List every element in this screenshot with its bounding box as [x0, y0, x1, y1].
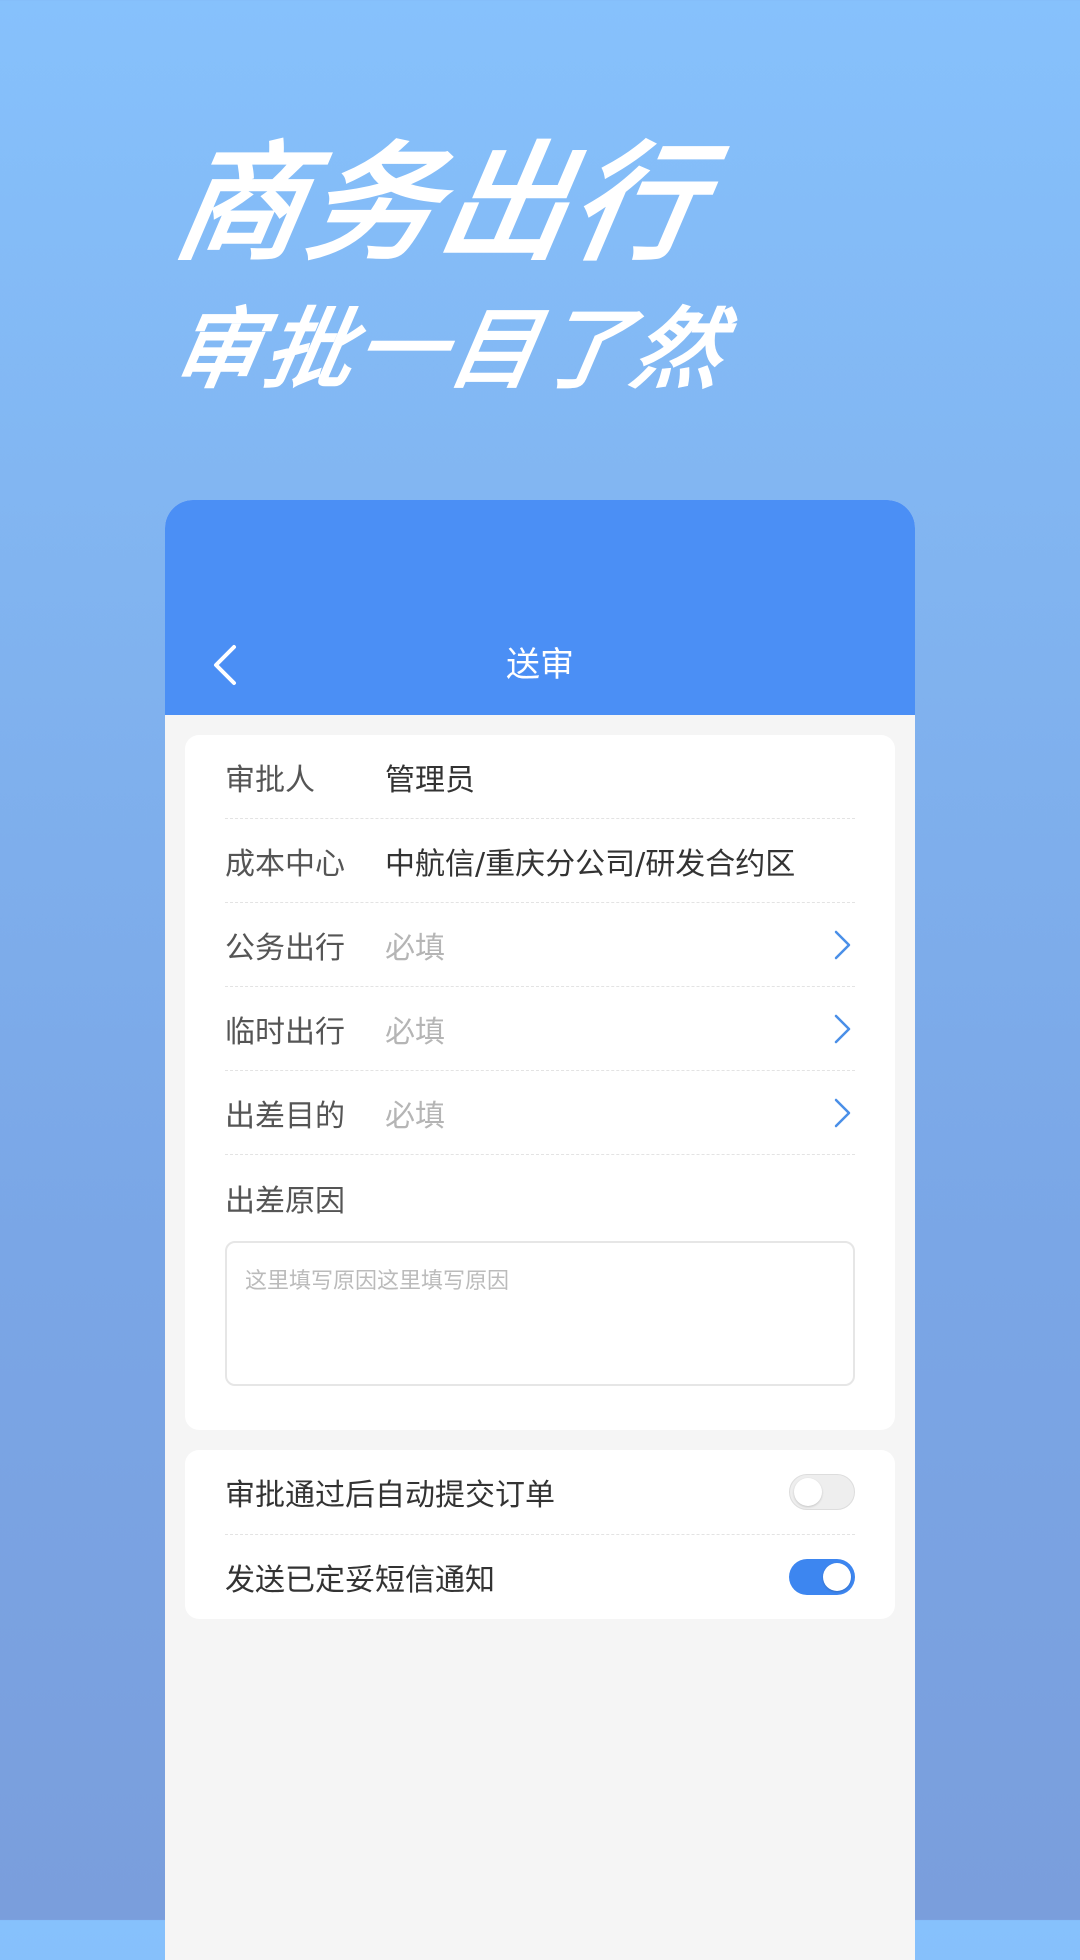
trip-purpose-placeholder[interactable]: 必填: [385, 1091, 831, 1135]
navbar: 送审: [165, 500, 915, 715]
temporary-travel-row[interactable]: 临时出行 必填: [225, 987, 855, 1071]
cost-center-label: 成本中心: [225, 846, 345, 882]
toggle-knob: [794, 1478, 822, 1506]
auto-submit-row: 审批通过后自动提交订单: [225, 1450, 855, 1535]
temporary-travel-label: 临时出行: [225, 1014, 345, 1050]
page-title: 送审: [506, 645, 574, 685]
official-travel-row[interactable]: 公务出行 必填: [225, 903, 855, 987]
approver-value: 管理员: [385, 762, 475, 798]
official-travel-label: 公务出行: [225, 930, 345, 966]
sms-notify-label: 发送已定妥短信通知: [225, 1563, 495, 1598]
settings-card: 审批通过后自动提交订单 发送已定妥短信通知: [185, 1450, 895, 1619]
trip-purpose-row[interactable]: 出差目的 必填: [225, 1071, 855, 1155]
cost-center-value: 中航信/重庆分公司/研发合约区: [385, 846, 796, 882]
trip-purpose-label: 出差目的: [225, 1098, 345, 1134]
cost-center-row: 成本中心 中航信/重庆分公司/研发合约区: [225, 819, 855, 903]
toggle-knob: [823, 1563, 851, 1591]
sms-notify-toggle[interactable]: [789, 1559, 855, 1595]
sms-notify-row: 发送已定妥短信通知: [225, 1535, 855, 1619]
headline-title: 商务出行: [164, 130, 719, 279]
trip-reason-label: 出差原因: [225, 1184, 345, 1219]
chevron-right-icon[interactable]: [831, 928, 855, 962]
phone-screen: 送审 审批人 管理员 成本中心 中航信/重庆分公司/研发合约区 公务出行 必填 …: [165, 500, 915, 1960]
official-travel-placeholder[interactable]: 必填: [385, 923, 831, 967]
approver-label: 审批人: [225, 762, 315, 798]
chevron-right-icon[interactable]: [831, 1096, 855, 1130]
auto-submit-toggle[interactable]: [789, 1474, 855, 1510]
auto-submit-label: 审批通过后自动提交订单: [225, 1478, 555, 1513]
headline-subtitle: 审批一目了然: [164, 298, 736, 401]
approver-row: 审批人 管理员: [225, 735, 855, 819]
chevron-right-icon[interactable]: [831, 1012, 855, 1046]
trip-reason-input[interactable]: [225, 1241, 855, 1386]
temporary-travel-placeholder[interactable]: 必填: [385, 1007, 831, 1051]
marketing-headline: 商务出行 审批一目了然: [164, 130, 965, 401]
trip-reason-row: 出差原因: [225, 1155, 855, 1241]
form-card: 审批人 管理员 成本中心 中航信/重庆分公司/研发合约区 公务出行 必填 临时出…: [185, 735, 895, 1430]
